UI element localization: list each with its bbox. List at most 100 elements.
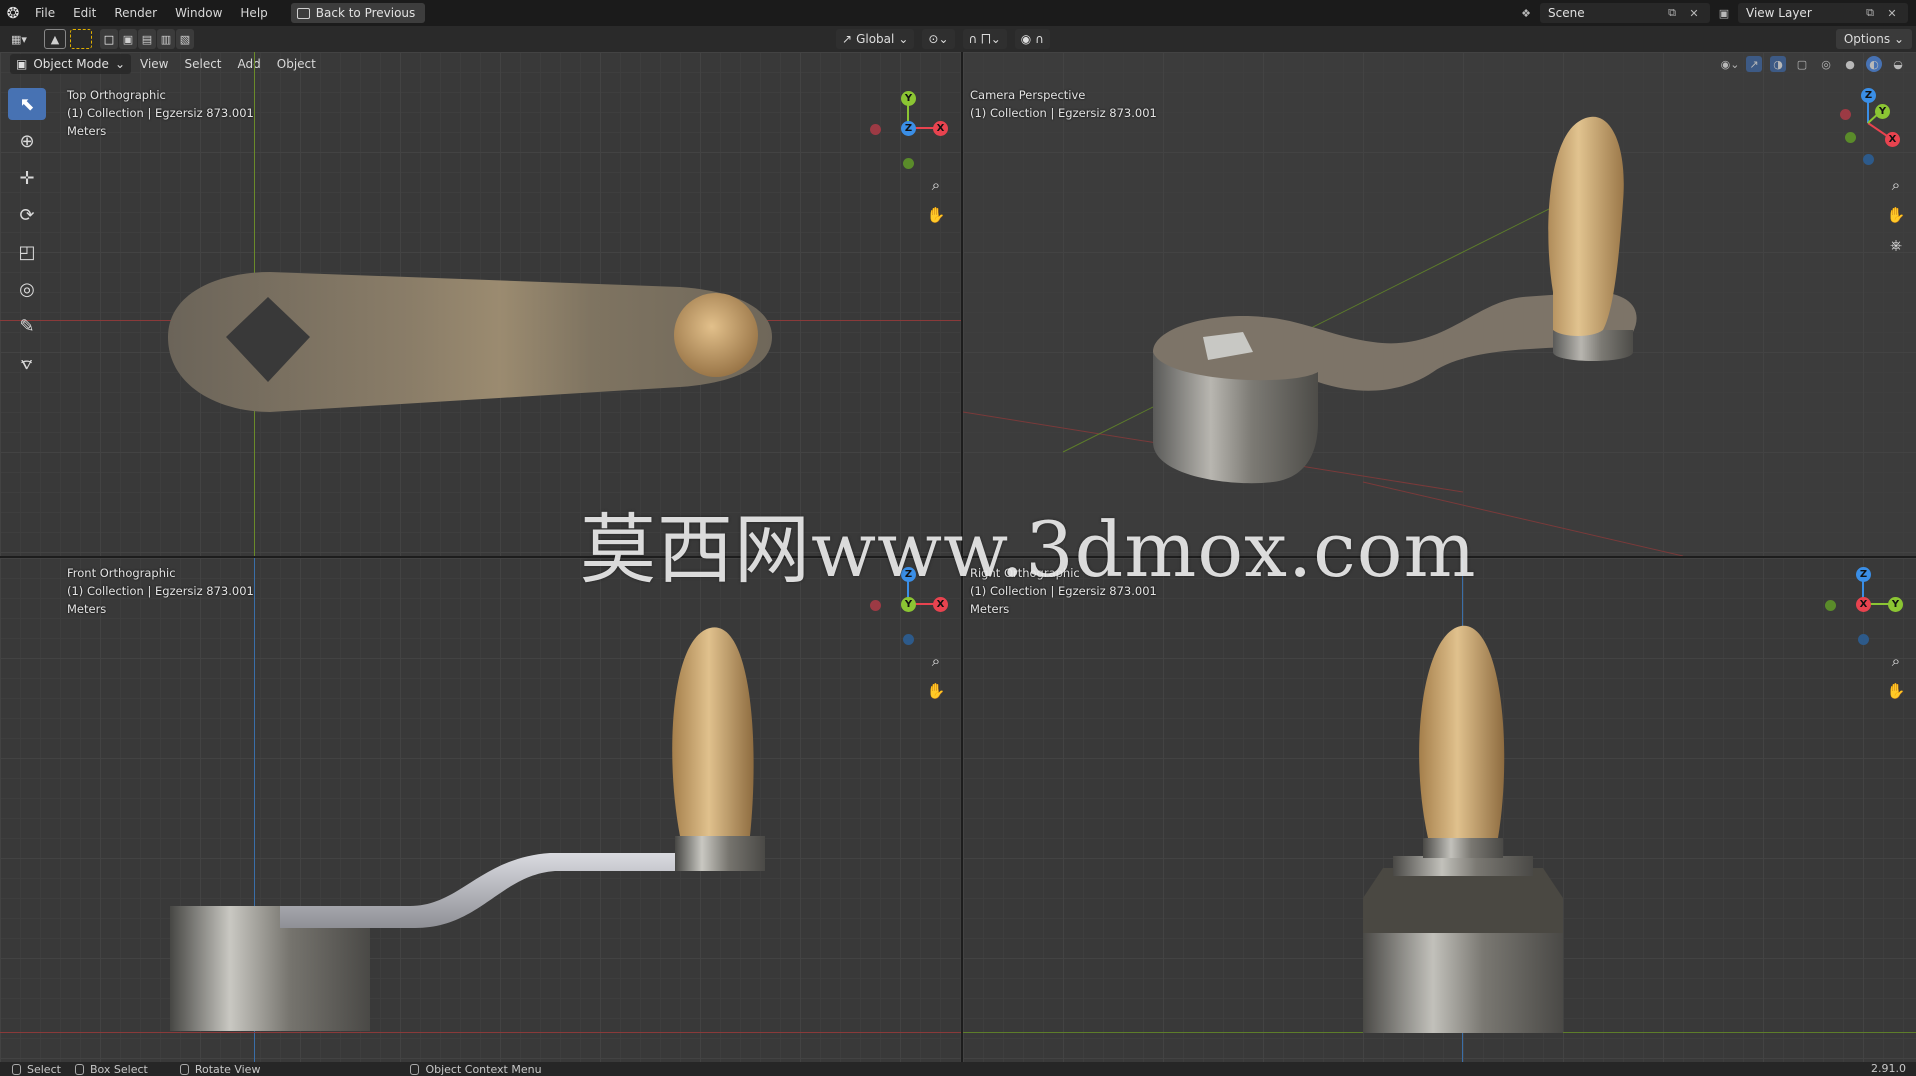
close-icon[interactable]: ✕ [1686, 5, 1702, 21]
duplicate-icon[interactable]: ⧉ [1862, 5, 1878, 21]
pan-hand-icon[interactable]: ✋ [1883, 678, 1909, 704]
menu-edit[interactable]: Edit [64, 0, 105, 26]
gizmo-z-axis[interactable]: Z [901, 121, 916, 136]
gizmo-neg-z[interactable] [1858, 634, 1869, 645]
zoom-icon[interactable]: ⌕ [1883, 172, 1909, 198]
gizmo-neg-x[interactable] [870, 124, 881, 135]
pan-hand-icon[interactable]: ✋ [923, 678, 949, 704]
navigation-gizmo[interactable]: Z X Y [1823, 88, 1903, 168]
annotate-tool-icon[interactable]: ✎ [8, 310, 46, 342]
navigation-gizmo[interactable]: Z Y X [1823, 564, 1903, 645]
view-layer-field[interactable]: View Layer ⧉ ✕ [1738, 3, 1908, 23]
scene-field[interactable]: Scene ⧉ ✕ [1540, 3, 1710, 23]
pivot-point-dropdown[interactable]: ⊙⌄ [922, 29, 955, 49]
gizmo-y-axis[interactable]: Y [901, 597, 916, 612]
gizmo-neg-y[interactable] [903, 158, 914, 169]
proportional-edit-dropdown[interactable]: ◉ ∩ [1014, 29, 1050, 49]
select-box-icon[interactable] [70, 29, 92, 49]
gizmo-x-axis[interactable]: X [1856, 597, 1871, 612]
screen-icon [296, 7, 310, 19]
zoom-icon[interactable]: ⌕ [923, 648, 949, 674]
measure-tool-icon[interactable]: ⦡ [8, 347, 46, 379]
duplicate-icon[interactable]: ⧉ [1664, 5, 1680, 21]
viewport-camera-perspective[interactable]: ◉⌄ ↗ ◑ ▢ ◎ ● ◐ ◒ Camera Perspective (1) … [963, 52, 1916, 556]
gizmo-neg-y[interactable] [1825, 600, 1836, 611]
units-label: Meters [67, 124, 107, 138]
object-mode-dropdown[interactable]: ▣ Object Mode ⌄ [10, 54, 131, 74]
chevron-down-icon: ⌄ [898, 32, 909, 46]
pan-hand-icon[interactable]: ✋ [1883, 202, 1909, 228]
status-select-label: Select [27, 1062, 61, 1076]
tool-cursor-icon[interactable]: ▲ [44, 29, 66, 49]
crank-front-view[interactable] [160, 588, 780, 1038]
options-dropdown[interactable]: Options ⌄ [1835, 29, 1912, 49]
zoom-icon[interactable]: ⌕ [923, 172, 949, 198]
select-subtract-icon[interactable]: ▤ [138, 29, 156, 49]
gizmo-neg-x[interactable] [1840, 109, 1851, 120]
view-name: Top Orthographic [67, 88, 166, 102]
mouse-right-icon [410, 1063, 420, 1075]
viewport-menu-object[interactable]: Object [270, 54, 323, 74]
select-new-icon[interactable]: □ [100, 29, 118, 49]
view-name: Front Orthographic [67, 566, 176, 580]
gizmo-y-axis[interactable]: Y [1875, 104, 1890, 119]
status-box-select-label: Box Select [89, 1062, 148, 1076]
back-to-previous-button[interactable]: Back to Previous [290, 3, 426, 23]
move-tool-icon[interactable]: ✛ [8, 162, 46, 194]
scale-tool-icon[interactable]: ◰ [8, 236, 46, 268]
viewport-info: Top Orthographic (1) Collection | Egzers… [67, 86, 254, 140]
menu-window[interactable]: Window [166, 0, 231, 26]
rotate-tool-icon[interactable]: ⟳ [8, 199, 46, 231]
crank-3d-model[interactable] [1143, 82, 1703, 542]
cursor-tool-icon[interactable]: ⊕ [8, 125, 46, 157]
select-extend-icon[interactable]: ▣ [119, 29, 137, 49]
select-tool-icon[interactable]: ⬉ [8, 88, 46, 120]
menu-help[interactable]: Help [231, 0, 276, 26]
transform-tool-icon[interactable]: ◎ [8, 273, 46, 305]
viewport-menu-select[interactable]: Select [177, 54, 228, 74]
select-invert-icon[interactable]: ▥ [157, 29, 175, 49]
viewport-header: ▣ Object Mode ⌄ View Select Add Object [0, 52, 961, 76]
gizmo-neg-z[interactable] [1863, 154, 1874, 165]
close-icon[interactable]: ✕ [1884, 5, 1900, 21]
menu-file[interactable]: File [26, 0, 64, 26]
zoom-icon[interactable]: ⌕ [1883, 648, 1909, 674]
select-intersect-icon[interactable]: ▧ [176, 29, 194, 49]
viewport-menu-add[interactable]: Add [231, 54, 268, 74]
gizmo-x-axis[interactable]: X [1885, 132, 1900, 147]
pan-hand-icon[interactable]: ✋ [923, 202, 949, 228]
menu-render[interactable]: Render [105, 0, 166, 26]
scene-icon[interactable]: ❖ [1518, 5, 1534, 21]
camera-view-icon[interactable]: ⎈ [1883, 232, 1909, 258]
status-context-menu-label: Object Context Menu [425, 1062, 542, 1076]
gizmo-x-axis[interactable]: X [933, 121, 948, 136]
watermark-text: 莫西网www.3dmox.com [580, 505, 1477, 594]
magnet-icon: ∩ ⨅⌄ [968, 31, 1001, 46]
crank-right-view[interactable] [1343, 588, 1583, 1038]
gizmo-y-axis[interactable]: Y [1888, 597, 1903, 612]
viewport-front-orthographic[interactable]: Front Orthographic (1) Collection | Egze… [0, 558, 961, 1062]
transform-orientation-dropdown[interactable]: ↗ Global ⌄ [836, 29, 915, 49]
viewport-menu-view[interactable]: View [133, 54, 175, 74]
gizmo-z-axis[interactable]: Z [1856, 567, 1871, 582]
viewport-right-orthographic[interactable]: Right Orthographic (1) Collection | Egze… [963, 558, 1916, 1062]
status-box-select: Box Select [74, 1062, 148, 1076]
gizmo-neg-z[interactable] [903, 634, 914, 645]
status-context-menu: Object Context Menu [410, 1062, 542, 1076]
crank-arm-top-view[interactable] [160, 212, 780, 482]
navigation-gizmo[interactable]: Y X Z [868, 88, 948, 169]
gizmo-neg-x[interactable] [870, 600, 881, 611]
blender-logo-icon[interactable]: ❂ [0, 0, 26, 26]
status-bar: Select Box Select Rotate View Object Con… [0, 1062, 1916, 1076]
viewport-top-orthographic[interactable]: ▣ Object Mode ⌄ View Select Add Object T… [0, 52, 961, 556]
gizmo-x-axis[interactable]: X [933, 597, 948, 612]
collection-info: (1) Collection | Egzersiz 873.001 [67, 106, 254, 120]
gizmo-y-axis[interactable]: Y [901, 91, 916, 106]
snap-dropdown[interactable]: ∩ ⨅⌄ [962, 29, 1007, 49]
transform-orientation-value: Global [856, 32, 895, 46]
gizmo-z-axis[interactable]: Z [1861, 88, 1876, 103]
editor-type-icon[interactable]: ▦▾ [8, 29, 30, 49]
chevron-down-icon: ⌄ [114, 57, 125, 71]
gizmo-neg-y[interactable] [1845, 132, 1856, 143]
view-layer-icon[interactable]: ▣ [1716, 5, 1732, 21]
